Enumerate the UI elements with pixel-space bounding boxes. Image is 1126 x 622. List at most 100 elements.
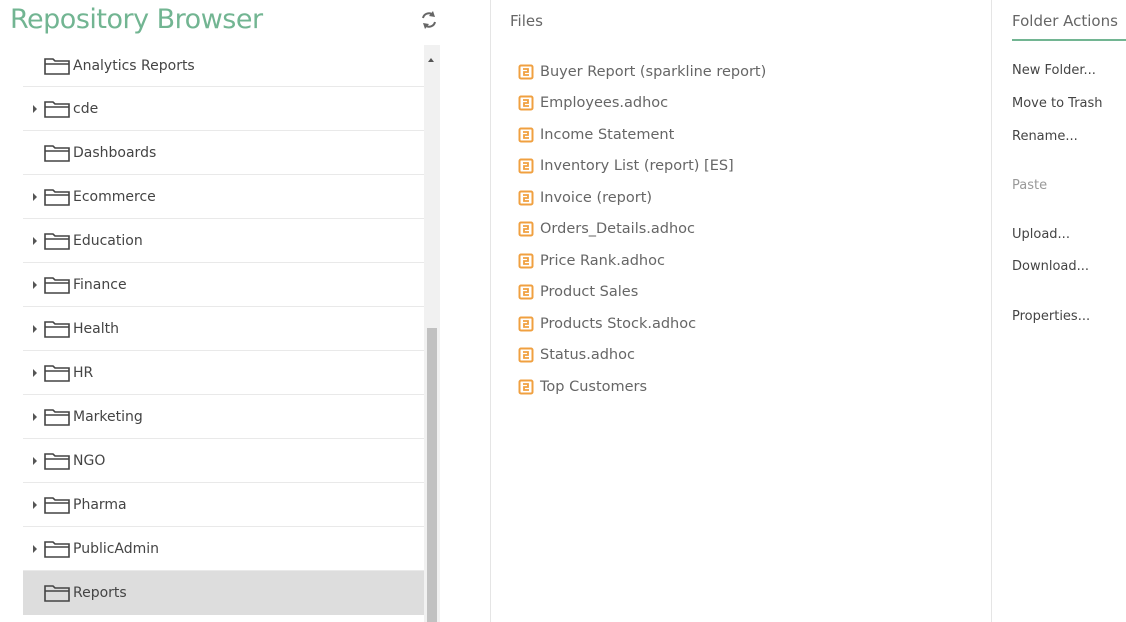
tree-item-label: Finance bbox=[73, 276, 127, 293]
move-to-trash-action[interactable]: Move to Trash bbox=[1012, 96, 1103, 111]
folder-icon bbox=[43, 539, 71, 559]
folder-icon bbox=[43, 275, 71, 295]
files-heading: Files bbox=[510, 12, 543, 30]
folder-icon bbox=[43, 451, 71, 471]
folder-icon bbox=[43, 143, 71, 163]
file-item[interactable]: Buyer Report (sparkline report) bbox=[518, 56, 766, 88]
properties-action[interactable]: Properties... bbox=[1012, 309, 1090, 324]
file-label: Product Sales bbox=[540, 284, 639, 301]
download-action[interactable]: Download... bbox=[1012, 259, 1089, 274]
tree-item-label: PublicAdmin bbox=[73, 540, 160, 557]
tree-item-label: Analytics Reports bbox=[73, 57, 195, 74]
file-item[interactable]: Status.adhoc bbox=[518, 340, 766, 372]
expand-caret-icon[interactable] bbox=[33, 280, 37, 289]
file-label: Employees.adhoc bbox=[540, 95, 669, 112]
file-item[interactable]: Income Statement bbox=[518, 119, 766, 151]
file-item[interactable]: Price Rank.adhoc bbox=[518, 245, 766, 277]
report-file-icon bbox=[518, 347, 534, 363]
expand-caret-icon[interactable] bbox=[33, 544, 37, 553]
report-file-icon bbox=[518, 379, 534, 395]
report-file-icon bbox=[518, 253, 534, 269]
new-folder-action[interactable]: New Folder... bbox=[1012, 63, 1096, 78]
tree-item-health[interactable]: Health bbox=[23, 307, 424, 351]
report-file-icon bbox=[518, 221, 534, 237]
paste-action[interactable]: Paste bbox=[1012, 178, 1047, 193]
report-file-icon bbox=[518, 316, 534, 332]
tree-item-dashboards[interactable]: Dashboards bbox=[23, 131, 424, 175]
file-item[interactable]: Product Sales bbox=[518, 277, 766, 309]
tree-item-marketing[interactable]: Marketing bbox=[23, 395, 424, 439]
tree-item-label: cde bbox=[73, 100, 99, 117]
folder-actions-heading: Folder Actions bbox=[1012, 12, 1118, 30]
rename-action[interactable]: Rename... bbox=[1012, 129, 1078, 144]
tree-item-label: NGO bbox=[73, 452, 106, 469]
folder-tree: Analytics Reports cde Dashboards Ecommerce E… bbox=[23, 45, 424, 622]
tree-item-label: Marketing bbox=[73, 408, 143, 425]
expand-caret-icon[interactable] bbox=[33, 236, 37, 245]
scroll-up-arrow-icon[interactable] bbox=[428, 58, 434, 62]
report-file-icon bbox=[518, 127, 534, 143]
tree-item-pharma[interactable]: Pharma bbox=[23, 483, 424, 527]
folder-icon bbox=[43, 187, 71, 207]
file-label: Top Customers bbox=[540, 378, 648, 395]
folder-icon bbox=[43, 99, 71, 119]
tree-item-cde[interactable]: cde bbox=[23, 87, 424, 131]
folder-icon bbox=[43, 407, 71, 427]
file-label: Buyer Report (sparkline report) bbox=[540, 63, 767, 80]
report-file-icon bbox=[518, 158, 534, 174]
page-title: Repository Browser bbox=[10, 4, 263, 35]
folder-icon bbox=[43, 319, 71, 339]
expand-caret-icon[interactable] bbox=[33, 192, 37, 201]
report-file-icon bbox=[518, 95, 534, 111]
tree-item-label: HR bbox=[73, 364, 94, 381]
tree-item-reports[interactable]: Reports bbox=[23, 571, 424, 615]
expand-caret-icon[interactable] bbox=[33, 368, 37, 377]
file-label: Products Stock.adhoc bbox=[540, 315, 697, 332]
upload-action[interactable]: Upload... bbox=[1012, 227, 1070, 242]
file-label: Orders_Details.adhoc bbox=[540, 221, 696, 238]
folder-actions-underline bbox=[1012, 39, 1126, 41]
tree-item-label: Pharma bbox=[73, 496, 127, 513]
tree-item-analytics-reports[interactable]: Analytics Reports bbox=[23, 45, 424, 87]
file-item[interactable]: Products Stock.adhoc bbox=[518, 308, 766, 340]
tree-item-education[interactable]: Education bbox=[23, 219, 424, 263]
report-file-icon bbox=[518, 190, 534, 206]
tree-item-publicadmin[interactable]: PublicAdmin bbox=[23, 527, 424, 571]
tree-item-label: Reports bbox=[73, 584, 127, 601]
refresh-icon[interactable] bbox=[418, 9, 440, 31]
folder-icon bbox=[43, 583, 71, 603]
tree-item-hr[interactable]: HR bbox=[23, 351, 424, 395]
expand-caret-icon[interactable] bbox=[33, 412, 37, 421]
folder-icon bbox=[43, 231, 71, 251]
file-label: Status.adhoc bbox=[540, 347, 635, 364]
file-item[interactable]: Inventory List (report) [ES] bbox=[518, 151, 766, 183]
file-label: Price Rank.adhoc bbox=[540, 252, 665, 269]
expand-caret-icon[interactable] bbox=[33, 104, 37, 113]
tree-item-label: Health bbox=[73, 320, 119, 337]
expand-caret-icon[interactable] bbox=[33, 500, 37, 509]
file-label: Invoice (report) bbox=[540, 189, 653, 206]
tree-item-label: Ecommerce bbox=[73, 188, 156, 205]
tree-item-label: Education bbox=[73, 232, 143, 249]
expand-caret-icon[interactable] bbox=[33, 324, 37, 333]
tree-item-ngo[interactable]: NGO bbox=[23, 439, 424, 483]
actions-divider bbox=[991, 0, 992, 622]
file-item[interactable]: Top Customers bbox=[518, 371, 766, 403]
scroll-thumb[interactable] bbox=[427, 328, 437, 622]
tree-item-ecommerce[interactable]: Ecommerce bbox=[23, 175, 424, 219]
file-item[interactable]: Orders_Details.adhoc bbox=[518, 214, 766, 246]
folder-icon bbox=[43, 495, 71, 515]
file-list: Buyer Report (sparkline report) Employees… bbox=[518, 56, 766, 403]
folder-icon bbox=[43, 56, 71, 76]
tree-scrollbar[interactable] bbox=[424, 45, 440, 622]
tree-item-finance[interactable]: Finance bbox=[23, 263, 424, 307]
file-label: Income Statement bbox=[540, 126, 675, 143]
file-item[interactable]: Employees.adhoc bbox=[518, 88, 766, 120]
expand-caret-icon[interactable] bbox=[33, 456, 37, 465]
report-file-icon bbox=[518, 284, 534, 300]
files-divider bbox=[490, 0, 491, 622]
report-file-icon bbox=[518, 64, 534, 80]
file-label: Inventory List (report) [ES] bbox=[540, 158, 734, 175]
folder-icon bbox=[43, 363, 71, 383]
file-item[interactable]: Invoice (report) bbox=[518, 182, 766, 214]
